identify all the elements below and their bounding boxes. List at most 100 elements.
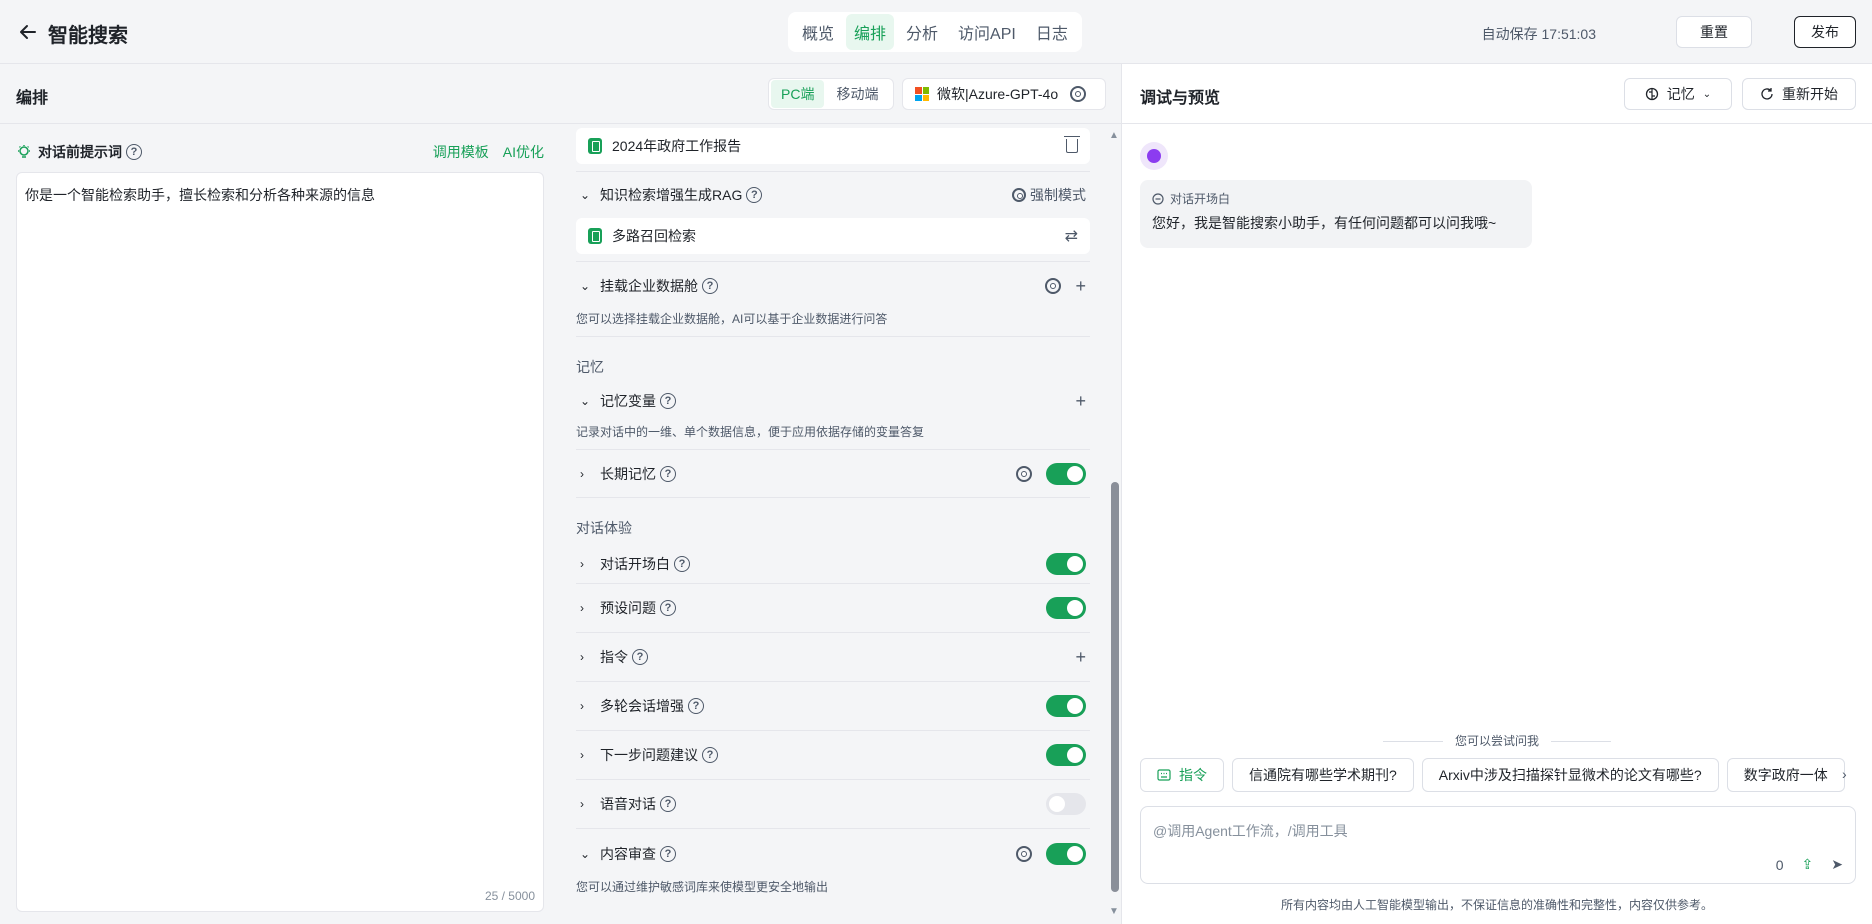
suggestion-chip[interactable]: 信通院有哪些学术期刊? [1232,758,1414,792]
chevron-right-icon[interactable]: › [1842,766,1847,782]
command-label: 指令 [600,649,628,665]
chevron-right-icon[interactable]: › [580,748,596,762]
help-icon[interactable]: ? [660,845,676,862]
retrieval-item: 多路召回检索 ⇄ [576,218,1090,254]
swap-icon[interactable]: ⇄ [1065,226,1078,246]
tab-analytics[interactable]: 分析 [898,14,946,50]
content-review-label: 内容审查 [600,845,656,862]
force-mode-button[interactable]: 强制模式 [1012,185,1086,205]
gear-icon[interactable] [1016,465,1032,482]
help-icon[interactable]: ? [746,187,763,203]
multi-turn-toggle[interactable] [1046,695,1086,717]
help-icon[interactable]: ? [660,393,676,409]
app-title: 智能搜索 [48,25,128,47]
multi-turn-row: › 多轮会话增强 ? [576,682,1090,731]
content-review-row: ⌄ 内容审查 ? [576,829,1090,878]
settings-section: 2024年政府工作报告 ⌄ 知识检索增强生成RAG ? 强制模式 多路召回检索 … [560,124,1122,924]
chevron-right-icon[interactable]: › [580,601,596,615]
prompt-label: 对话前提示词 [38,144,122,160]
top-header: 智能搜索 概览 编排 分析 访问API 日志 自动保存 17:51:03 重置 … [0,0,1872,64]
chevron-down-icon[interactable]: ⌄ [580,279,596,293]
rag-label: 知识检索增强生成RAG [600,187,743,203]
opening-toggle[interactable] [1046,552,1086,575]
long-memory-row: › 长期记忆 ? [576,450,1090,498]
plus-icon[interactable]: + [1075,277,1086,295]
delete-icon[interactable] [1064,136,1080,153]
help-icon[interactable]: ? [702,278,718,294]
chevron-right-icon[interactable]: › [580,650,596,664]
model-selector[interactable]: 微软|Azure-GPT-4o [902,78,1106,110]
keyboard-icon [1157,769,1171,781]
char-counter: 25 / 5000 [484,889,535,903]
long-memory-toggle[interactable] [1046,462,1086,485]
chevron-down-icon[interactable]: ⌄ [580,188,596,202]
help-icon[interactable]: ? [660,600,676,616]
editor-header: 编排 PC端 移动端 微软|Azure-GPT-4o [0,64,1122,124]
chevron-right-icon[interactable]: › [580,467,596,481]
voice-toggle[interactable] [1046,793,1086,815]
editor-panel: 编排 PC端 移动端 微软|Azure-GPT-4o 对话前提示词 ? 调用模板… [0,64,1122,924]
template-link[interactable]: 调用模板 [433,142,489,162]
publish-button[interactable]: 发布 [1794,16,1856,48]
help-icon[interactable]: ? [632,649,648,665]
settings-scrollbar[interactable] [1111,482,1119,892]
tab-overview[interactable]: 概览 [794,14,842,50]
content-review-toggle[interactable] [1046,842,1086,865]
memory-label: 记忆 [1666,86,1695,102]
voice-label: 语音对话 [600,796,656,812]
knowledge-item: 2024年政府工作报告 [576,128,1090,164]
preset-questions-toggle[interactable] [1046,597,1086,619]
prompt-textarea[interactable]: 你是一个智能检索助手，擅长检索和分析各种来源的信息 25 / 5000 [16,172,544,912]
chevron-right-icon[interactable]: › [580,557,596,571]
upload-icon[interactable]: ⇪ [1802,856,1814,873]
next-question-toggle[interactable] [1046,744,1086,766]
plus-icon[interactable]: + [1075,648,1086,666]
command-chip[interactable]: 指令 [1140,758,1224,792]
gear-icon[interactable] [1016,845,1032,862]
gear-icon[interactable] [1045,278,1062,294]
device-mobile-tab[interactable]: 移动端 [826,80,888,108]
chat-bubble-icon [1152,192,1164,205]
tab-logs[interactable]: 日志 [1028,14,1076,50]
preview-panel: 调试与预览 记忆 ⌄ 重新开始 对话开场白 您好，我是智能搜索小助手，有任何问题… [1122,64,1872,924]
help-icon[interactable]: ? [660,465,676,482]
model-settings-gear-icon[interactable] [1070,86,1087,102]
help-icon[interactable]: ? [674,555,690,572]
chevron-right-icon[interactable]: › [580,797,596,811]
send-icon[interactable]: ➤ [1831,856,1843,873]
restart-label: 重新开始 [1782,86,1838,102]
help-icon[interactable]: ? [688,698,704,714]
tab-api[interactable]: 访问API [950,14,1024,50]
suggestion-chip[interactable]: 数字政府一体 [1726,758,1845,792]
scroll-down-arrow-icon[interactable]: ▼ [1109,906,1119,917]
chevron-down-icon: ⌄ [1702,88,1712,100]
chevron-down-icon[interactable]: ⌄ [580,847,596,861]
tab-orchestrate[interactable]: 编排 [846,14,895,50]
retrieval-icon [588,228,602,244]
help-icon[interactable]: ? [702,747,718,763]
rag-row: ⌄ 知识检索增强生成RAG ? 强制模式 [576,172,1090,218]
reset-button[interactable]: 重置 [1676,16,1752,48]
ai-optimize-link[interactable]: AI优化 [503,142,544,162]
help-icon[interactable]: ? [660,796,676,812]
device-switch: PC端 移动端 [768,78,894,110]
opening-caption: 对话开场白 [1170,192,1231,206]
help-icon[interactable]: ? [126,144,142,160]
chevron-down-icon[interactable]: ⌄ [580,394,596,408]
prompt-section: 对话前提示词 ? 调用模板 AI优化 你是一个智能检索助手，擅长检索和分析各种来… [0,124,560,924]
prompt-text: 你是一个智能检索助手，擅长检索和分析各种来源的信息 [25,187,375,203]
experience-section-label: 对话体验 [576,520,632,536]
scroll-up-arrow-icon[interactable]: ▲ [1109,130,1119,141]
restart-button[interactable]: 重新开始 [1742,78,1856,110]
back-arrow-icon[interactable] [16,20,40,44]
suggestion-chips: 指令 信通院有哪些学术期刊? Arxiv中涉及扫描探针显微术的论文有哪些? 数字… [1140,758,1856,792]
plus-icon[interactable]: + [1075,392,1086,410]
device-pc-tab[interactable]: PC端 [771,80,825,108]
chat-input[interactable]: @调用Agent工作流，/调用工具 0 ⇪ ➤ [1140,806,1856,884]
memory-button[interactable]: 记忆 ⌄ [1624,78,1732,110]
chevron-right-icon[interactable]: › [580,699,596,713]
suggestion-chip[interactable]: Arxiv中涉及扫描探针显微术的论文有哪些? [1421,758,1719,792]
next-question-row: › 下一步问题建议 ? [576,731,1090,780]
retrieval-item-name: 多路召回检索 [612,228,696,244]
main-tabs: 概览 编排 分析 访问API 日志 [788,12,1082,52]
